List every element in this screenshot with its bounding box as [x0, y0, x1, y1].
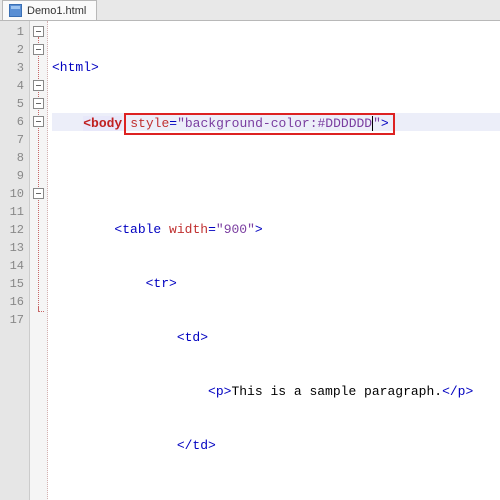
line-number: 17 [0, 311, 24, 329]
code-tag: <body [83, 116, 122, 131]
code-tag: </p> [442, 384, 473, 399]
fold-toggle-icon[interactable] [33, 44, 44, 55]
line-number-gutter: 1 2 3 4 5 6 7 8 9 10 11 12 13 14 15 16 1… [0, 21, 30, 500]
line-number: 2 [0, 41, 24, 59]
code-tag: <table [114, 222, 161, 237]
line-number: 14 [0, 257, 24, 275]
code-area[interactable]: <html> <bodystyle="background-color:#DDD… [48, 21, 500, 500]
line-number: 5 [0, 95, 24, 113]
code-attr-value: background-color:#DDDDDD [185, 116, 372, 131]
line-number: 3 [0, 59, 24, 77]
code-tag: <html> [52, 60, 99, 75]
line-number: 4 [0, 77, 24, 95]
line-number: 16 [0, 293, 24, 311]
code-tag: <tr> [146, 276, 177, 291]
editor-area: 1 2 3 4 5 6 7 8 9 10 11 12 13 14 15 16 1… [0, 21, 500, 500]
fold-gutter [30, 21, 48, 500]
code-tag: <td> [177, 330, 208, 345]
fold-toggle-icon[interactable] [33, 116, 44, 127]
line-number: 10 [0, 185, 24, 203]
code-tag: </td> [177, 438, 216, 453]
line-number: 12 [0, 221, 24, 239]
line-number: 15 [0, 275, 24, 293]
tab-filename: Demo1.html [27, 5, 86, 17]
fold-toggle-icon[interactable] [33, 98, 44, 109]
code-tag: <p> [208, 384, 231, 399]
code-text: This is a sample paragraph. [231, 384, 442, 399]
code-attr-name: style [130, 116, 169, 131]
line-number: 7 [0, 131, 24, 149]
editor-window: Demo1.html 1 2 3 4 5 6 7 8 9 10 11 12 13… [0, 0, 500, 500]
line-number: 11 [0, 203, 24, 221]
fold-toggle-icon[interactable] [33, 26, 44, 37]
line-number: 9 [0, 167, 24, 185]
code-attr-name: width [169, 222, 208, 237]
line-number: 13 [0, 239, 24, 257]
active-line: <bodystyle="background-color:#DDDDDD"> [52, 113, 500, 131]
tab-bar: Demo1.html [0, 0, 500, 21]
fold-toggle-icon[interactable] [33, 80, 44, 91]
file-icon [9, 4, 22, 17]
highlight-box: style="background-color:#DDDDDD"> [124, 113, 395, 135]
file-tab[interactable]: Demo1.html [2, 0, 97, 20]
code-attr-value: 900 [224, 222, 247, 237]
line-number: 8 [0, 149, 24, 167]
line-number: 1 [0, 23, 24, 41]
line-number: 6 [0, 113, 24, 131]
fold-toggle-icon[interactable] [33, 188, 44, 199]
